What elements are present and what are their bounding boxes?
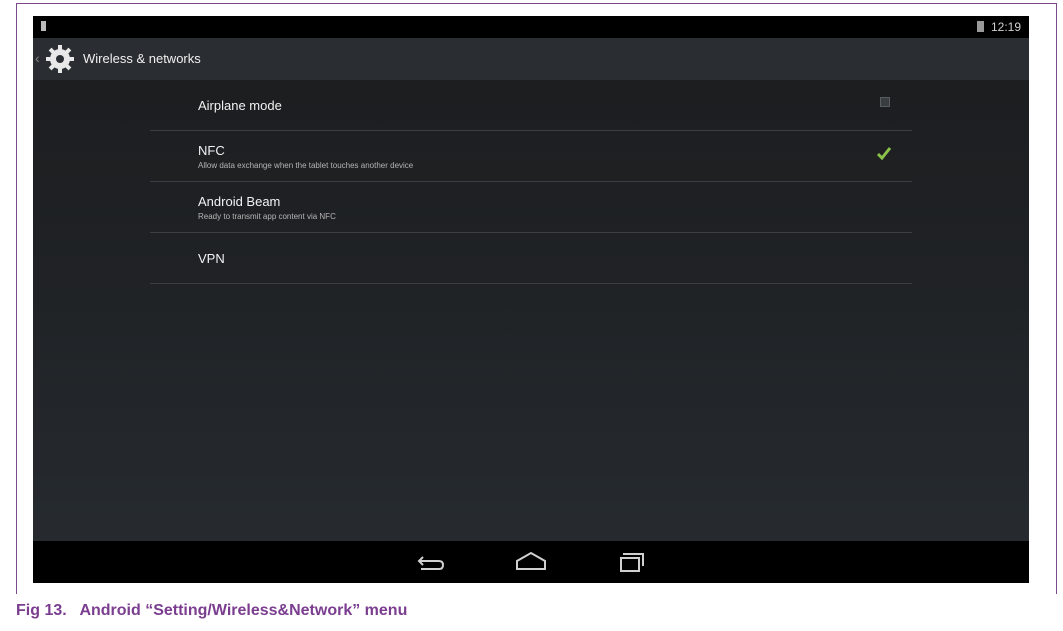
pref-airplane-mode[interactable]: Airplane mode <box>150 80 912 131</box>
chevron-left-icon[interactable]: ‹ <box>35 50 40 66</box>
preference-list: Airplane mode NFC Allow data exchange wh… <box>150 80 912 284</box>
pref-title: NFC <box>198 143 225 158</box>
home-icon[interactable] <box>511 549 551 575</box>
pref-vpn[interactable]: VPN <box>150 233 912 284</box>
recents-icon[interactable] <box>611 549 651 575</box>
action-bar[interactable]: ‹ Wireless & networks <box>33 38 1029 80</box>
nfc-checkbox[interactable] <box>874 143 894 163</box>
pref-title: Android Beam <box>198 194 281 209</box>
navigation-bar <box>33 541 1029 583</box>
page-title: Wireless & networks <box>83 51 201 66</box>
clock: 12:19 <box>990 20 1021 34</box>
battery-icon <box>977 21 984 32</box>
android-screen: 12:19 ‹ Wireless & networks Airplane mod… <box>33 16 1029 583</box>
pref-summary: Ready to transmit app content via NFC <box>198 212 336 221</box>
back-icon[interactable] <box>411 549 451 575</box>
pref-nfc[interactable]: NFC Allow data exchange when the tablet … <box>150 131 912 182</box>
pref-title: Airplane mode <box>198 98 282 113</box>
figure-caption: Fig 13. Android “Setting/Wireless&Networ… <box>16 602 407 620</box>
pref-title: VPN <box>198 251 225 266</box>
caption-text: Android “Setting/Wireless&Network” menu <box>79 602 408 619</box>
airplane-mode-checkbox[interactable] <box>880 97 890 107</box>
notification-icon <box>41 21 46 31</box>
status-bar: 12:19 <box>33 16 1029 38</box>
gear-icon[interactable] <box>45 44 75 74</box>
pref-android-beam[interactable]: Android Beam Ready to transmit app conte… <box>150 182 912 233</box>
caption-label: Fig 13. <box>16 602 67 619</box>
pref-summary: Allow data exchange when the tablet touc… <box>198 161 414 170</box>
